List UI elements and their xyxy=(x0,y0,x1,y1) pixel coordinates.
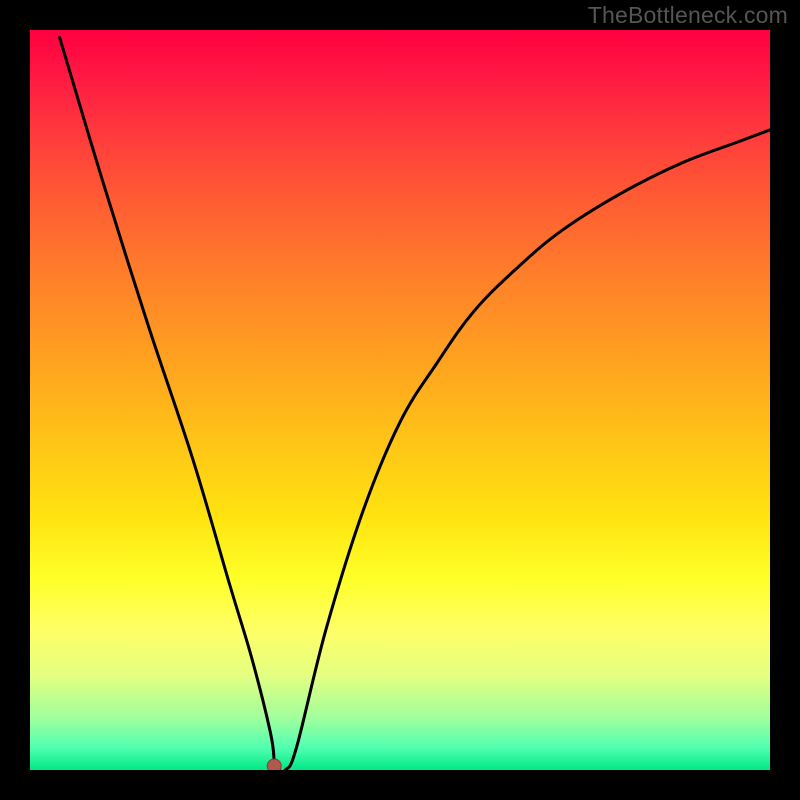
chart-stage: TheBottleneck.com xyxy=(0,0,800,800)
marker-dot xyxy=(267,759,281,770)
curve-svg xyxy=(30,30,770,770)
plot-area xyxy=(30,30,770,770)
watermark-label: TheBottleneck.com xyxy=(588,2,788,29)
bottleneck-curve xyxy=(60,37,770,770)
